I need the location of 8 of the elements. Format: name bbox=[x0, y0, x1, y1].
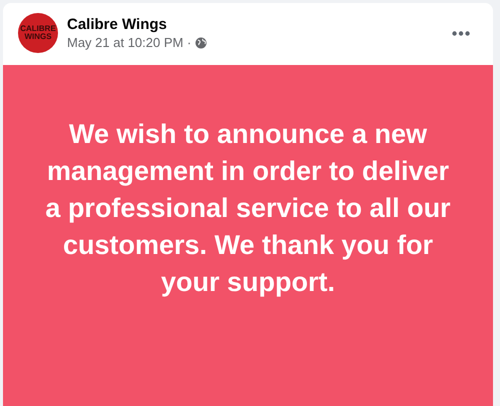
avatar[interactable]: CALIBRE WINGS bbox=[18, 13, 58, 53]
post-message: We wish to announce a new management in order to deliver a professional service to all our customers. We thank you for your support. bbox=[44, 118, 452, 299]
logo-text: CALIBRE bbox=[20, 25, 56, 33]
author-name[interactable]: Calibre Wings bbox=[67, 15, 208, 34]
logo-text: WINGS bbox=[24, 33, 52, 41]
timestamp[interactable]: May 21 at 10:20 PM · bbox=[67, 34, 192, 51]
more-options-icon[interactable] bbox=[452, 30, 470, 36]
globe-icon bbox=[195, 36, 208, 48]
